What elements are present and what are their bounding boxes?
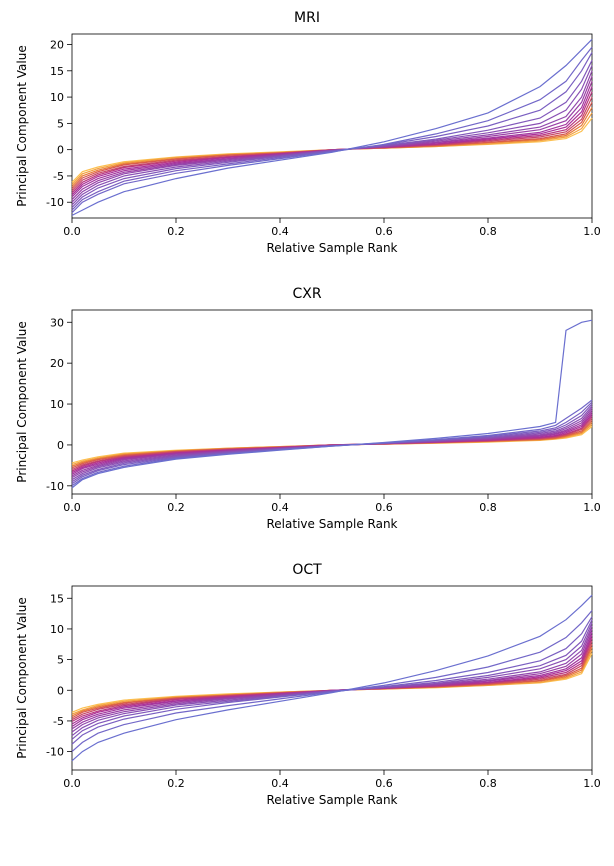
svg-text:-10: -10 [46, 746, 64, 759]
chart-mri: 0.0 0.2 0.4 0.6 0.8 1.0 -10 -5 0 5 10 15 20 Relative … [10, 28, 604, 258]
chart-title-oct: OCT [10, 562, 604, 578]
svg-text:0.0: 0.0 [63, 225, 81, 238]
svg-text:-5: -5 [53, 715, 64, 728]
svg-text:0.8: 0.8 [479, 777, 497, 790]
svg-text:-5: -5 [53, 170, 64, 183]
svg-text:Relative Sample Rank: Relative Sample Rank [267, 241, 398, 255]
panel-mri: MRI 0.0 0.2 0.4 0.6 0.8 1.0 -10 -5 0 5 10 15 20 Relat… [10, 10, 604, 258]
svg-text:0.4: 0.4 [271, 777, 289, 790]
svg-text:-10: -10 [46, 480, 64, 493]
panel-cxr: CXR 0.0 0.2 0.4 0.6 0.8 1.0 -10 0 10 20 30 Relative… [10, 286, 604, 534]
svg-text:Relative Sample Rank: Relative Sample Rank [267, 793, 398, 807]
svg-text:0.6: 0.6 [375, 225, 393, 238]
svg-text:0.6: 0.6 [375, 501, 393, 514]
panel-oct: OCT 0.0 0.2 0.4 0.6 0.8 1.0 -10 -5 0 5 10 15 Relativ… [10, 562, 604, 810]
svg-text:0: 0 [57, 684, 64, 697]
svg-text:0: 0 [57, 439, 64, 452]
svg-text:0.8: 0.8 [479, 501, 497, 514]
chart-oct: 0.0 0.2 0.4 0.6 0.8 1.0 -10 -5 0 5 10 15 Relative Sa… [10, 580, 604, 810]
svg-text:5: 5 [57, 654, 64, 667]
svg-text:30: 30 [50, 316, 64, 329]
svg-text:Principal Component Value: Principal Component Value [15, 321, 29, 482]
svg-text:Principal Component Value: Principal Component Value [15, 45, 29, 206]
svg-text:Principal Component Value: Principal Component Value [15, 597, 29, 758]
svg-text:10: 10 [50, 623, 64, 636]
svg-text:1.0: 1.0 [583, 777, 601, 790]
svg-text:20: 20 [50, 39, 64, 52]
svg-text:10: 10 [50, 398, 64, 411]
svg-text:20: 20 [50, 357, 64, 370]
svg-text:15: 15 [50, 592, 64, 605]
svg-text:-10: -10 [46, 196, 64, 209]
svg-text:0.4: 0.4 [271, 501, 289, 514]
svg-text:10: 10 [50, 91, 64, 104]
svg-text:Relative Sample Rank: Relative Sample Rank [267, 517, 398, 531]
svg-text:5: 5 [57, 117, 64, 130]
svg-text:0.2: 0.2 [167, 501, 185, 514]
svg-text:0.0: 0.0 [63, 777, 81, 790]
svg-text:1.0: 1.0 [583, 225, 601, 238]
svg-text:0.4: 0.4 [271, 225, 289, 238]
svg-text:0.0: 0.0 [63, 501, 81, 514]
svg-text:0.2: 0.2 [167, 777, 185, 790]
chart-title-mri: MRI [10, 10, 604, 26]
svg-text:15: 15 [50, 65, 64, 78]
chart-title-cxr: CXR [10, 286, 604, 302]
svg-text:1.0: 1.0 [583, 501, 601, 514]
svg-text:0: 0 [57, 144, 64, 157]
svg-text:0.8: 0.8 [479, 225, 497, 238]
svg-text:0.6: 0.6 [375, 777, 393, 790]
figure: MRI 0.0 0.2 0.4 0.6 0.8 1.0 -10 -5 0 5 10 15 20 Relat… [10, 10, 604, 810]
chart-cxr: 0.0 0.2 0.4 0.6 0.8 1.0 -10 0 10 20 30 Relative Sam… [10, 304, 604, 534]
svg-text:0.2: 0.2 [167, 225, 185, 238]
